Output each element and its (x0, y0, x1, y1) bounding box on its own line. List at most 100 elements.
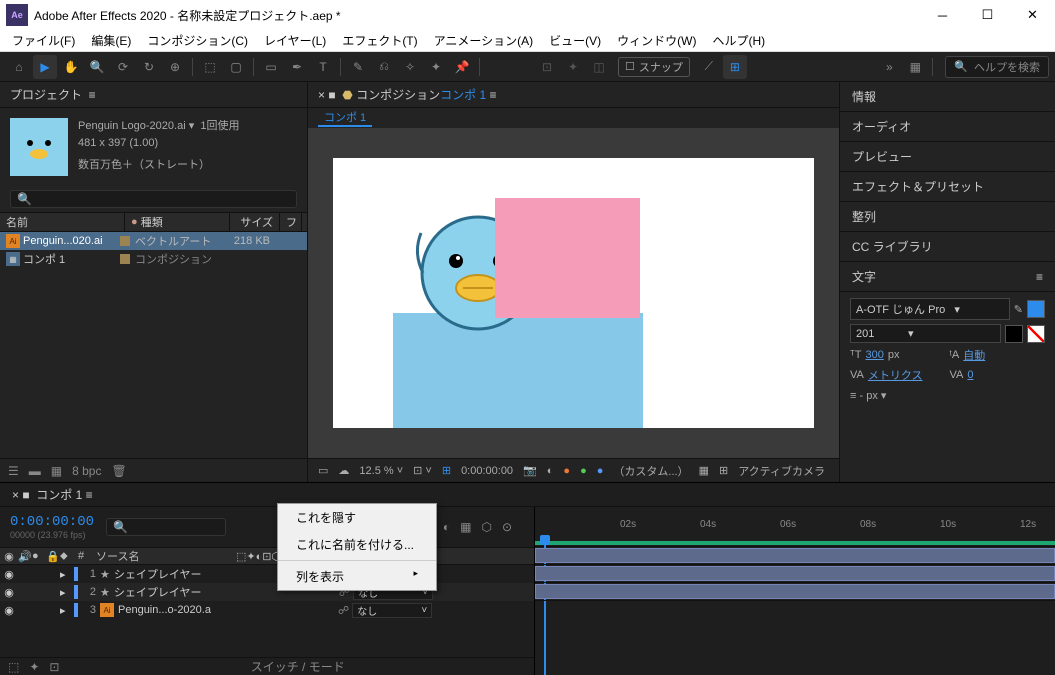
help-search[interactable]: 🔍 ヘルプを検索 (945, 56, 1049, 78)
mag-icon[interactable]: ▭ (318, 464, 328, 477)
playhead[interactable] (540, 535, 550, 545)
hand-tool-icon[interactable]: ✋ (59, 55, 83, 79)
align-panel[interactable]: 整列 (840, 202, 1055, 232)
expand-switches-icon[interactable]: ⊙ (502, 520, 512, 534)
menu-file[interactable]: ファイル(F) (4, 32, 83, 49)
type-tool-icon[interactable]: T (311, 55, 335, 79)
trash-icon[interactable]: 🗑 (111, 464, 126, 478)
parent-dropdown-3[interactable]: なし˅ (352, 603, 432, 618)
channel-icon[interactable]: ◐ (547, 465, 554, 477)
menu-effect[interactable]: エフェクト(T) (334, 32, 425, 49)
audio-panel[interactable]: オーディオ (840, 112, 1055, 142)
grid-icon[interactable]: ⊞ (719, 464, 728, 477)
3d-view-icon[interactable]: ▦ (699, 464, 709, 477)
motionblur-icon[interactable]: ◐ (443, 520, 450, 534)
preview-panel[interactable]: プレビュー (840, 142, 1055, 172)
snap-toggle[interactable]: ☐ スナップ (618, 57, 690, 77)
snap-grid-icon[interactable]: ⊞ (723, 55, 747, 79)
rect-tool-icon[interactable]: ▭ (259, 55, 283, 79)
ctx-hide-this[interactable]: これを隠す (278, 504, 436, 531)
clone-tool-icon[interactable]: ⎌ (372, 55, 396, 79)
roto-tool-icon[interactable]: ✦ (424, 55, 448, 79)
font-weight-dropdown[interactable]: 201 ▾ (850, 324, 1001, 343)
tracking[interactable]: VA 0 (950, 367, 1046, 383)
stroke-width[interactable]: ≡ - px ▾ (850, 389, 886, 402)
col-type[interactable]: ● 種類 (125, 213, 230, 231)
preset-dropdown[interactable]: （カスタム...） (613, 463, 688, 479)
font-family-dropdown[interactable]: A-OTF じゅん Pro ▾ (850, 298, 1010, 320)
eye-column-icon[interactable]: ◉ (0, 550, 18, 563)
composition-viewer[interactable] (308, 128, 839, 458)
menu-view[interactable]: ビュー(V) (541, 32, 609, 49)
local-axis-icon[interactable]: ⊡ (535, 55, 559, 79)
menu-composition[interactable]: コンポジション(C) (139, 32, 256, 49)
menu-edit[interactable]: 編集(E) (83, 32, 139, 49)
lock-column-icon[interactable]: 🔒 (46, 550, 60, 563)
res-dropdown[interactable]: ⊡ ˅ (413, 464, 432, 477)
interpret-icon[interactable]: ☰ (8, 464, 19, 478)
snapshot-icon[interactable]: 📷 (523, 464, 537, 477)
layer-row-3[interactable]: ◉ ▸ 3 Ai Penguin...o-2020.a ☍ なし˅ (0, 601, 534, 619)
col-size[interactable]: サイズ (230, 213, 280, 231)
camera-tool-icon[interactable]: ⊕ (163, 55, 187, 79)
layer-bar-2[interactable] (535, 566, 1055, 581)
project-panel-header[interactable]: プロジェクト ≡ (0, 82, 307, 108)
ctx-columns[interactable]: 列を表示 (278, 563, 436, 590)
pen-tool-icon[interactable]: ✒ (285, 55, 309, 79)
comp-tab[interactable]: コンポ 1 (318, 109, 372, 127)
workspace-icon[interactable]: ▦ (903, 55, 927, 79)
col-name[interactable]: 名前 (0, 213, 125, 231)
comp-panel-header[interactable]: × ■ ⬣ コンポジション コンポ 1 ≡ (308, 82, 839, 108)
view-axis-icon[interactable]: ◫ (587, 55, 611, 79)
zoom-dropdown[interactable]: 12.5 % ˅ (359, 465, 403, 477)
kerning[interactable]: VA メトリクス (850, 367, 946, 383)
menu-animation[interactable]: アニメーション(A) (426, 32, 542, 49)
zoom-tool-icon[interactable]: 🔍 (85, 55, 109, 79)
orbit-tool-icon[interactable]: ⟳ (111, 55, 135, 79)
stroke-swatch-none[interactable] (1027, 325, 1045, 343)
expand-icon[interactable]: » (877, 55, 901, 79)
project-item-comp1[interactable]: ▦ コンポ 1 コンポジション (0, 250, 307, 268)
cc-libraries-panel[interactable]: CC ライブラリ (840, 232, 1055, 262)
mask-tool-icon[interactable]: ▢ (224, 55, 248, 79)
brush-tool-icon[interactable]: ✎ (346, 55, 370, 79)
mask-icon[interactable]: ☁ (338, 464, 349, 477)
project-item-penguin[interactable]: Ai Penguin...020.ai ベクトルアート 218 KB (0, 232, 307, 250)
new-comp-icon[interactable]: ▦ (51, 464, 62, 478)
graph-editor-icon[interactable]: ▦ (460, 520, 471, 534)
transparency-toggle[interactable]: ⊞ (442, 464, 451, 477)
character-panel-header[interactable]: 文字≡ (840, 262, 1055, 292)
menu-window[interactable]: ウィンドウ(W) (609, 32, 704, 49)
timeline-tracks[interactable]: 02s 04s 06s 08s 10s 12s (535, 507, 1055, 675)
fill-swatch[interactable] (1027, 300, 1045, 318)
close-button[interactable]: ✕ (1010, 0, 1055, 30)
bpc-toggle[interactable]: 8 bpc (72, 464, 101, 478)
font-size[interactable]: ᵀT 300 px (850, 347, 946, 363)
project-search[interactable]: 🔍 (10, 190, 297, 208)
minimize-button[interactable]: ─ (920, 0, 965, 30)
camera-dropdown[interactable]: アクティブカメラ (738, 463, 825, 479)
layer-row-2[interactable]: ◉ ▸ 2 ★ シェイプレイヤー ☍ なし˅ (0, 583, 534, 601)
layer-bar-1[interactable] (535, 548, 1055, 563)
col-framerate[interactable]: フ (280, 213, 302, 231)
layer-row-1[interactable]: ◉ ▸ 1 ★ シェイプレイヤー ☍ なし˅ (0, 565, 534, 583)
eraser-tool-icon[interactable]: ✧ (398, 55, 422, 79)
solo-column-icon[interactable]: ● (32, 550, 46, 562)
panbehind-tool-icon[interactable]: ⬚ (198, 55, 222, 79)
timecode[interactable]: 0:00:00:00 (10, 514, 94, 530)
menu-help[interactable]: ヘルプ(H) (705, 32, 774, 49)
maximize-button[interactable]: ☐ (965, 0, 1010, 30)
timeline-search[interactable]: 🔍 (106, 518, 226, 536)
eyedropper-icon[interactable]: ✎ (1014, 303, 1023, 316)
leading[interactable]: ᵗA 自動 (950, 347, 1046, 363)
toggle-switches-icon[interactable]: ⬚ (8, 660, 19, 674)
rotate-tool-icon[interactable]: ↻ (137, 55, 161, 79)
selection-tool-icon[interactable]: ▶ (33, 55, 57, 79)
puppet-tool-icon[interactable]: 📌 (450, 55, 474, 79)
audio-column-icon[interactable]: 🔊 (18, 550, 32, 563)
info-panel[interactable]: 情報 (840, 82, 1055, 112)
current-time[interactable]: 0:00:00:00 (461, 465, 513, 477)
draft3d-icon[interactable]: ⬡ (481, 520, 491, 534)
render-icon[interactable]: ✦ (29, 660, 39, 674)
timeline-zoom-icon[interactable]: ⊡ (49, 660, 59, 674)
